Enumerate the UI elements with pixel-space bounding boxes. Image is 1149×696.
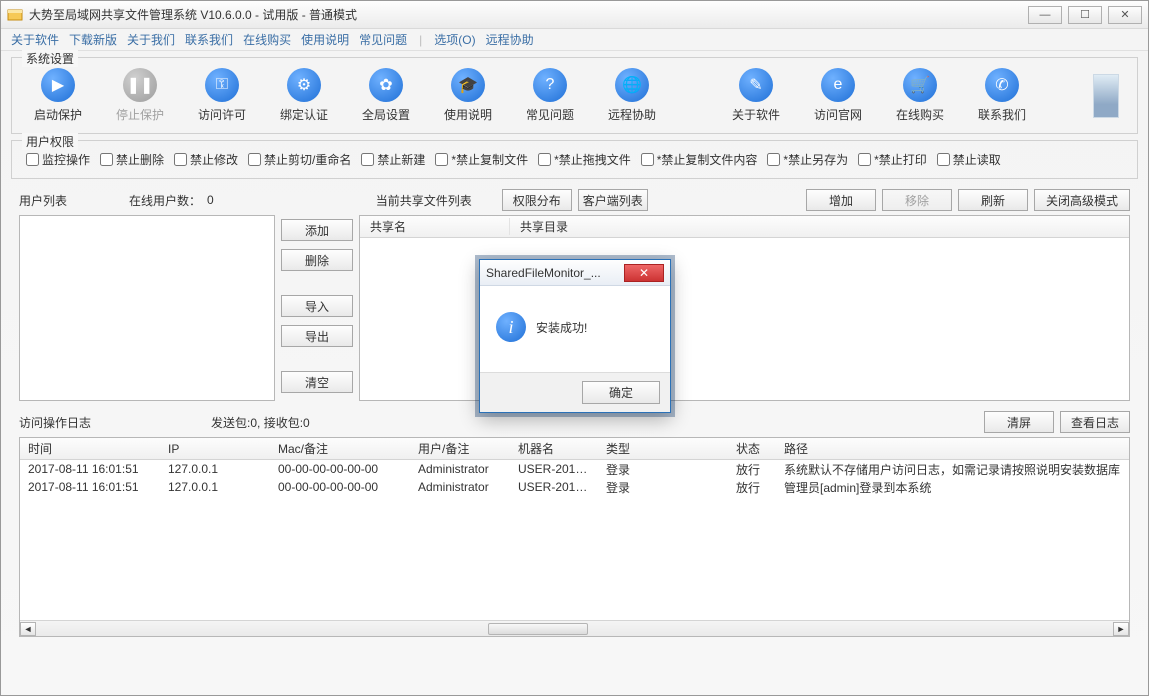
app-window: 大势至局域网共享文件管理系统 V10.6.0.0 - 试用版 - 普通模式 — … bbox=[0, 0, 1149, 696]
modal-body: i 安装成功! bbox=[480, 286, 670, 372]
modal-close-button[interactable]: ✕ bbox=[624, 264, 664, 282]
modal-footer: 确定 bbox=[480, 372, 670, 412]
modal-titlebar: SharedFileMonitor_... ✕ bbox=[480, 260, 670, 286]
modal-ok-button[interactable]: 确定 bbox=[582, 381, 660, 404]
modal-dialog: SharedFileMonitor_... ✕ i 安装成功! 确定 bbox=[479, 259, 671, 413]
info-icon: i bbox=[496, 312, 526, 342]
modal-backdrop: SharedFileMonitor_... ✕ i 安装成功! 确定 bbox=[1, 1, 1148, 695]
modal-message: 安装成功! bbox=[536, 319, 587, 336]
modal-title-text: SharedFileMonitor_... bbox=[486, 266, 624, 280]
